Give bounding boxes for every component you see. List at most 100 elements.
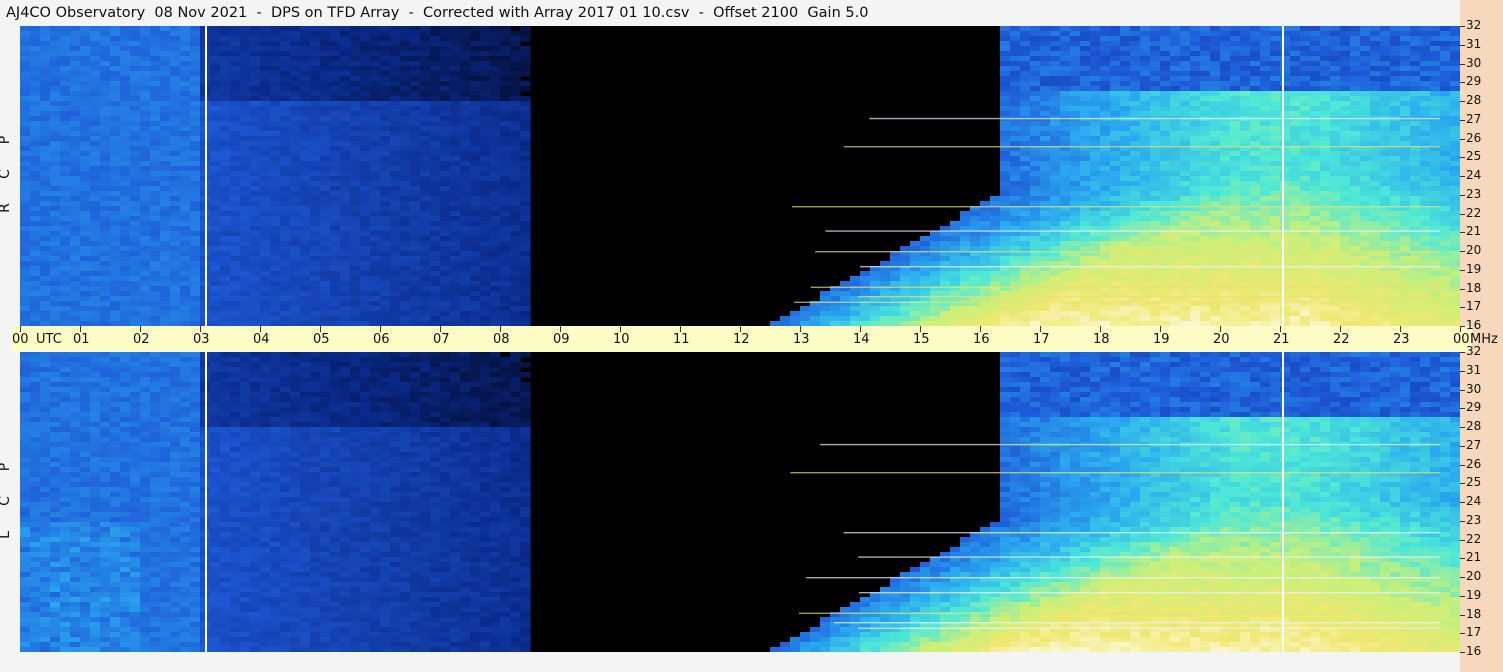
heatmap-cell bbox=[390, 96, 401, 102]
heatmap-cell bbox=[1160, 311, 1171, 317]
heatmap-cell bbox=[330, 26, 341, 32]
heatmap-cell bbox=[140, 76, 151, 82]
heatmap-cell bbox=[520, 186, 531, 192]
heatmap-cell bbox=[400, 51, 411, 57]
heatmap-cell bbox=[220, 186, 231, 192]
heatmap-cell bbox=[510, 291, 521, 297]
heatmap-cell bbox=[120, 191, 131, 197]
heatmap-cell bbox=[350, 256, 361, 262]
heatmap-cell bbox=[1020, 236, 1031, 242]
heatmap-cell bbox=[270, 246, 281, 252]
heatmap-cell bbox=[140, 126, 151, 132]
heatmap-cell bbox=[90, 316, 101, 322]
heatmap-cell bbox=[210, 251, 221, 257]
heatmap-cell bbox=[1250, 101, 1261, 107]
heatmap-cell bbox=[170, 156, 181, 162]
heatmap-cell bbox=[510, 241, 521, 247]
heatmap-cell bbox=[1130, 171, 1141, 177]
heatmap-cell bbox=[100, 271, 111, 277]
heatmap-cell bbox=[150, 231, 161, 237]
heatmap-cell bbox=[240, 176, 251, 182]
heatmap-cell bbox=[1020, 281, 1031, 287]
heatmap-cell bbox=[1150, 306, 1161, 312]
heatmap-cell bbox=[1110, 171, 1121, 177]
heatmap-cell bbox=[1040, 131, 1051, 137]
heatmap-cell bbox=[420, 151, 431, 157]
heatmap-cell bbox=[430, 116, 441, 122]
heatmap-cell bbox=[1010, 311, 1021, 317]
heatmap-cell bbox=[340, 106, 351, 112]
heatmap-cell bbox=[490, 36, 501, 42]
heatmap-cell bbox=[400, 96, 411, 102]
heatmap-cell bbox=[420, 221, 431, 227]
heatmap-cell bbox=[1040, 246, 1051, 252]
heatmap-cell bbox=[220, 41, 231, 47]
heatmap-cell bbox=[150, 171, 161, 177]
heatmap-cell bbox=[980, 316, 991, 322]
heatmap-cell bbox=[1100, 276, 1111, 282]
heatmap-cell bbox=[240, 256, 251, 262]
heatmap-cell bbox=[1230, 221, 1241, 227]
heatmap-cell bbox=[210, 211, 221, 217]
heatmap-cell bbox=[460, 256, 471, 262]
heatmap-cell bbox=[1260, 96, 1271, 102]
heatmap-cell bbox=[1010, 126, 1021, 132]
heatmap-cell bbox=[470, 306, 481, 312]
heatmap-cell bbox=[980, 256, 991, 262]
heatmap-cell bbox=[20, 71, 31, 77]
heatmap-cell bbox=[70, 196, 81, 202]
heatmap-cell bbox=[290, 226, 301, 232]
heatmap-cell bbox=[340, 66, 351, 72]
heatmap-cell bbox=[260, 191, 271, 197]
heatmap-cell bbox=[1110, 246, 1121, 252]
heatmap-cell bbox=[260, 236, 271, 242]
heatmap-cell bbox=[1080, 86, 1091, 92]
heatmap-cell bbox=[310, 26, 321, 32]
heatmap-cell bbox=[160, 226, 171, 232]
heatmap-cell bbox=[80, 236, 91, 242]
heatmap-cell bbox=[160, 286, 171, 292]
heatmap-cell bbox=[520, 161, 531, 167]
heatmap-cell bbox=[40, 146, 51, 152]
heatmap-cell bbox=[1190, 201, 1201, 207]
heatmap-cell bbox=[1210, 311, 1221, 317]
heatmap-cell bbox=[300, 111, 311, 117]
heatmap-cell bbox=[150, 201, 161, 207]
heatmap-cell bbox=[1060, 121, 1071, 127]
heatmap-cell bbox=[310, 136, 321, 142]
heatmap-cell bbox=[510, 286, 521, 292]
heatmap-cell bbox=[270, 296, 281, 302]
heatmap-cell bbox=[190, 271, 201, 277]
heatmap-cell bbox=[1210, 276, 1221, 282]
heatmap-cell bbox=[1010, 51, 1021, 57]
heatmap-cell bbox=[1180, 181, 1191, 187]
heatmap-cell bbox=[310, 141, 321, 147]
heatmap-cell bbox=[1200, 246, 1211, 252]
heatmap-cell bbox=[1150, 316, 1161, 322]
heatmap-cell bbox=[180, 81, 191, 87]
heatmap-cell bbox=[260, 311, 271, 317]
heatmap-cell bbox=[1060, 71, 1071, 77]
heatmap-cell bbox=[1220, 221, 1231, 227]
heatmap-cell bbox=[290, 151, 301, 157]
heatmap-cell bbox=[1130, 311, 1141, 317]
heatmap-cell bbox=[180, 46, 191, 52]
heatmap-cell bbox=[1030, 151, 1041, 157]
heatmap-cell bbox=[280, 31, 291, 37]
heatmap-cell bbox=[280, 91, 291, 97]
heatmap-cell bbox=[110, 31, 121, 37]
heatmap-cell bbox=[1030, 221, 1041, 227]
heatmap-cell bbox=[1040, 181, 1051, 187]
heatmap-cell bbox=[50, 236, 61, 242]
heatmap-cell bbox=[1020, 161, 1031, 167]
heatmap-cell bbox=[240, 51, 251, 57]
heatmap-cell bbox=[70, 206, 81, 212]
heatmap-cell bbox=[1040, 121, 1051, 127]
heatmap-cell bbox=[1190, 36, 1201, 42]
heatmap-cell bbox=[120, 71, 131, 77]
heatmap-cell bbox=[360, 226, 371, 232]
heatmap-cell bbox=[1260, 191, 1271, 197]
heatmap-cell bbox=[1080, 306, 1091, 312]
heatmap-cell bbox=[1250, 86, 1261, 92]
heatmap-cell bbox=[360, 221, 371, 227]
